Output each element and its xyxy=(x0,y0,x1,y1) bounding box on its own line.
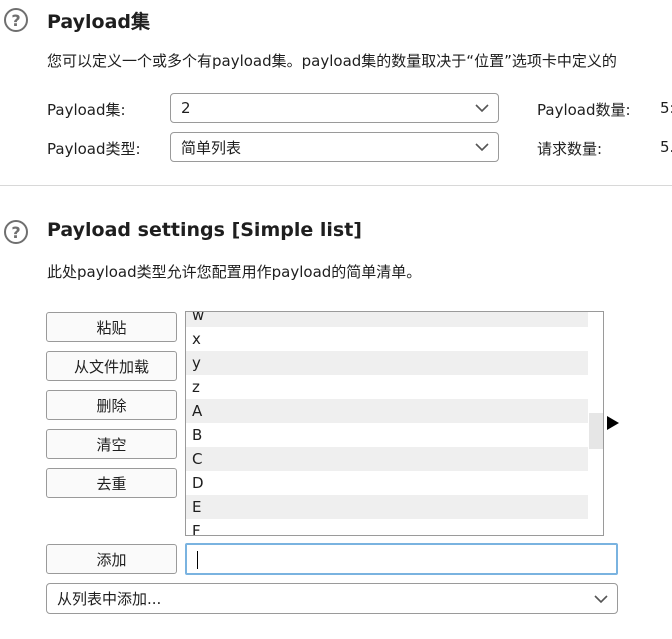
payload-type-select[interactable]: 简单列表 xyxy=(170,132,499,162)
list-item[interactable]: z xyxy=(186,375,588,399)
list-item[interactable]: x xyxy=(186,327,588,351)
remove-button[interactable]: 删除 xyxy=(46,390,177,420)
chevron-down-icon xyxy=(594,594,608,603)
list-item[interactable]: F xyxy=(186,519,588,535)
payload-count-label: Payload数量: xyxy=(537,101,631,119)
payload-set-select[interactable]: 2 xyxy=(170,93,499,123)
list-item[interactable]: B xyxy=(186,423,588,447)
clear-button[interactable]: 清空 xyxy=(46,429,177,459)
deduplicate-button[interactable]: 去重 xyxy=(46,468,177,498)
list-item[interactable]: A xyxy=(186,399,588,423)
payload-settings-title: Payload settings [Simple list] xyxy=(47,219,362,241)
add-from-list-value: 从列表中添加... xyxy=(57,590,162,608)
payload-type-label: Payload类型: xyxy=(47,140,141,158)
request-count-value: 5. xyxy=(660,138,672,156)
help-icon[interactable]: ? xyxy=(4,8,28,32)
payload-set-label: Payload集: xyxy=(47,101,126,119)
paste-button[interactable]: 粘贴 xyxy=(46,312,177,342)
payload-sets-title: Payload集 xyxy=(47,11,151,33)
payload-set-value: 2 xyxy=(181,99,191,117)
list-item[interactable]: w xyxy=(186,312,588,327)
list-item[interactable]: C xyxy=(186,447,588,471)
list-item[interactable]: E xyxy=(186,495,588,519)
list-item[interactable]: y xyxy=(186,351,588,375)
chevron-down-icon xyxy=(475,104,489,113)
add-item-input[interactable] xyxy=(185,543,618,575)
payload-count-value: 5: xyxy=(660,99,672,117)
list-item[interactable]: D xyxy=(186,471,588,495)
load-from-file-button[interactable]: 从文件加载 xyxy=(46,351,177,381)
add-button[interactable]: 添加 xyxy=(46,544,177,574)
payload-type-value: 简单列表 xyxy=(181,138,242,157)
text-caret xyxy=(197,551,198,569)
chevron-down-icon xyxy=(475,143,489,152)
payload-sets-description: 您可以定义一个或多个有payload集。payload集的数量取决于“位置”选项… xyxy=(47,52,617,70)
payload-list[interactable]: w x y z A B C D E F xyxy=(185,311,604,536)
help-icon[interactable]: ? xyxy=(4,220,28,244)
section-divider xyxy=(0,185,672,186)
request-count-label: 请求数量: xyxy=(537,140,603,158)
add-from-list-select[interactable]: 从列表中添加... xyxy=(46,583,618,614)
expand-arrow-icon[interactable] xyxy=(606,415,620,431)
payload-settings-description: 此处payload类型允许您配置用作payload的简单清单。 xyxy=(47,263,422,281)
list-scrollbar-thumb[interactable] xyxy=(589,413,603,449)
